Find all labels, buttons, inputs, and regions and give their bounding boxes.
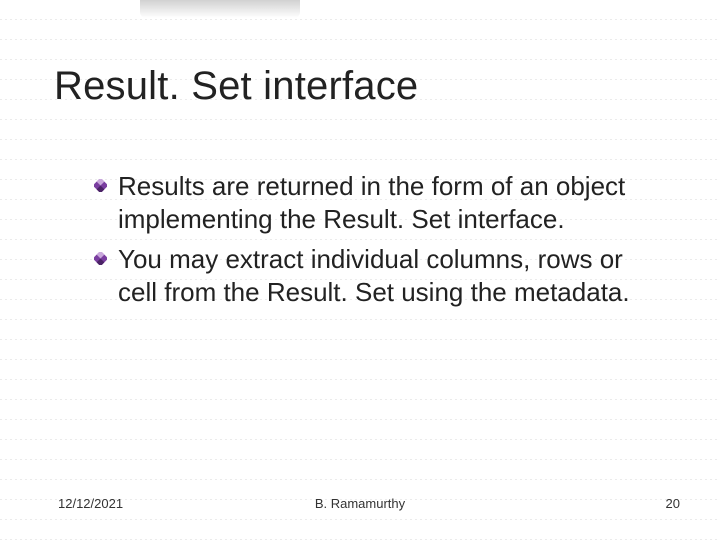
slide-title: Result. Set interface	[54, 64, 418, 109]
diamond-bullet-icon	[94, 252, 107, 265]
list-item: You may extract individual columns, rows…	[94, 243, 650, 310]
diamond-bullet-icon	[94, 179, 107, 192]
top-shadow-decoration	[140, 0, 300, 18]
slide-footer: 12/12/2021 B. Ramamurthy 20	[0, 496, 720, 516]
slide: Result. Set interface Results are return…	[0, 0, 720, 540]
list-item: Results are returned in the form of an o…	[94, 170, 650, 237]
list-item-text: Results are returned in the form of an o…	[118, 171, 625, 234]
list-item-text: You may extract individual columns, rows…	[118, 244, 630, 307]
footer-page-number: 20	[666, 496, 680, 511]
slide-content: Results are returned in the form of an o…	[94, 170, 650, 315]
footer-date: 12/12/2021	[58, 496, 123, 511]
footer-author: B. Ramamurthy	[315, 496, 405, 511]
